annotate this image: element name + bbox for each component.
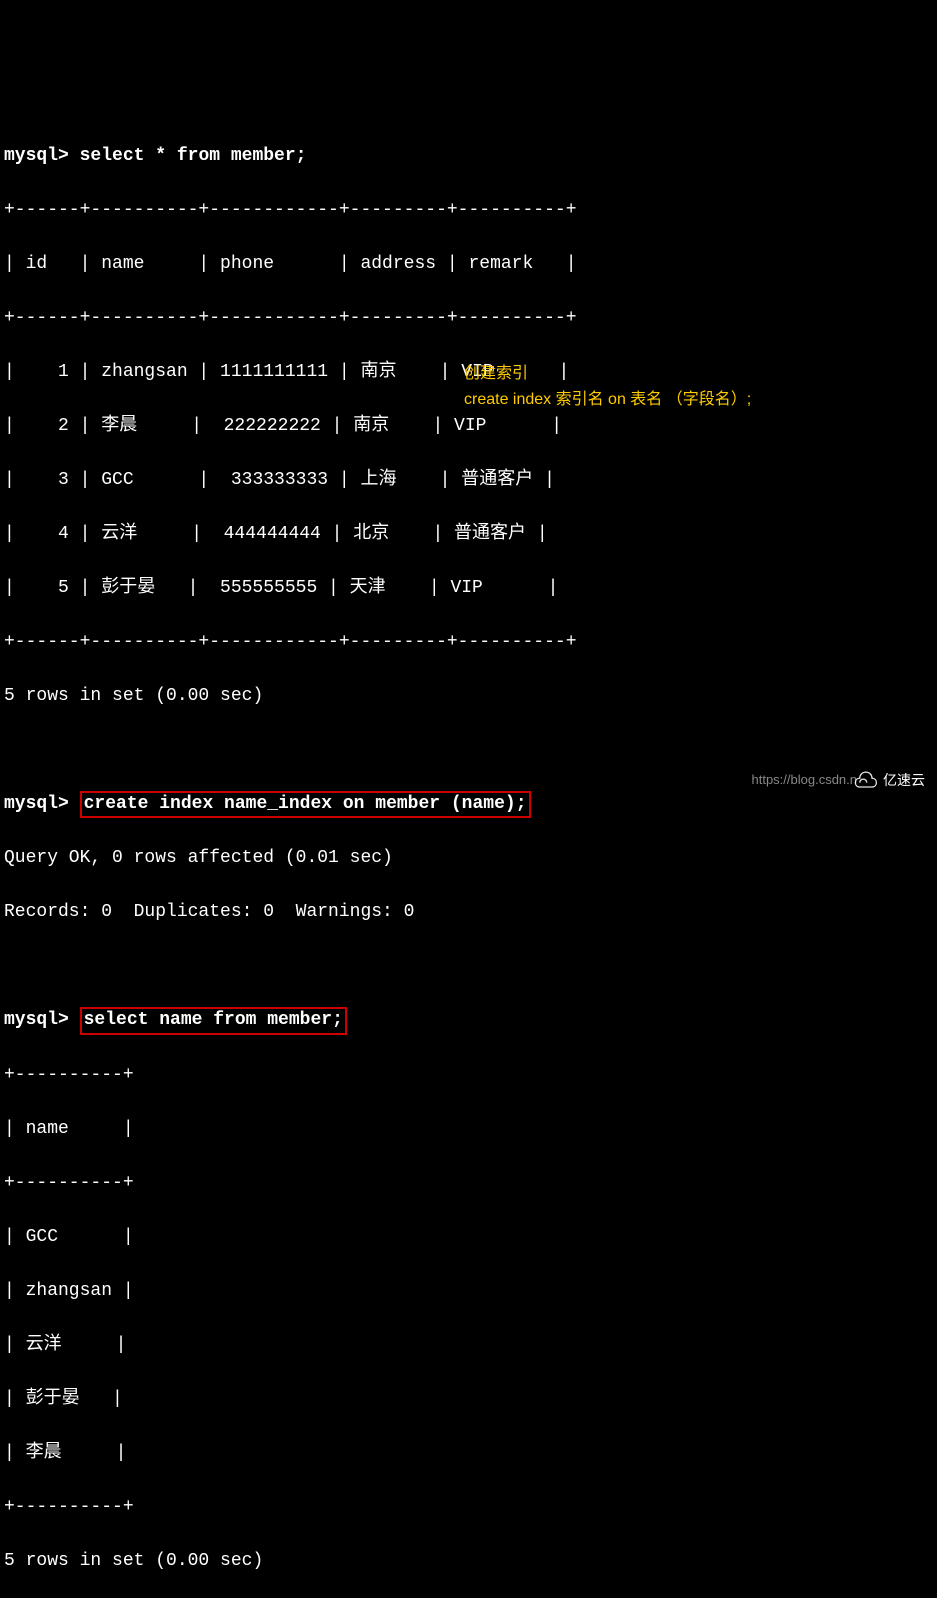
mysql-prompt: mysql> xyxy=(4,794,80,814)
logo-text: 亿速云 xyxy=(883,770,925,791)
sql-command-3: select name from member; xyxy=(80,1007,347,1034)
sql-command-2: create index name_index on member (name)… xyxy=(80,791,531,818)
table-row: | 云洋 | xyxy=(4,1332,933,1359)
table-border: +------+----------+------------+--------… xyxy=(4,305,933,332)
table-row: | 李晨 | xyxy=(4,1440,933,1467)
mysql-prompt: mysql> xyxy=(4,146,80,166)
table-border: +------+----------+------------+--------… xyxy=(4,629,933,656)
query-ok: Query OK, 0 rows affected (0.01 sec) xyxy=(4,845,933,872)
table-row: | 彭于晏 | xyxy=(4,1386,933,1413)
table-border: +------+----------+------------+--------… xyxy=(4,197,933,224)
table-border: +----------+ xyxy=(4,1494,933,1521)
cloud-icon xyxy=(851,769,879,791)
mysql-prompt: mysql> xyxy=(4,1010,80,1030)
table-header: | name | xyxy=(4,1116,933,1143)
table-border: +----------+ xyxy=(4,1170,933,1197)
annotation-text-2: create index 索引名 on 表名 （字段名）; xyxy=(464,388,751,412)
table-row: | 2 | 李晨 | 222222222 | 南京 | VIP | xyxy=(4,413,933,440)
table-header: | id | name | phone | address | remark | xyxy=(4,251,933,278)
sql-command-1: select * from member; xyxy=(80,146,307,166)
table-border: +----------+ xyxy=(4,1062,933,1089)
table-row: | 4 | 云洋 | 444444444 | 北京 | 普通客户 | xyxy=(4,521,933,548)
terminal-output: mysql> select * from member; +------+---… xyxy=(4,116,933,1598)
watermark-text: https://blog.csdn.n xyxy=(751,770,857,790)
table-row: | GCC | xyxy=(4,1224,933,1251)
table-row: | 5 | 彭于晏 | 555555555 | 天津 | VIP | xyxy=(4,575,933,602)
annotation-text-1: 创建索引 xyxy=(464,362,528,386)
table-row: | zhangsan | xyxy=(4,1278,933,1305)
table-row: | 3 | GCC | 333333333 | 上海 | 普通客户 | xyxy=(4,467,933,494)
logo: 亿速云 xyxy=(851,769,925,791)
rows-in-set: 5 rows in set (0.00 sec) xyxy=(4,1548,933,1575)
rows-in-set: 5 rows in set (0.00 sec) xyxy=(4,683,933,710)
query-details: Records: 0 Duplicates: 0 Warnings: 0 xyxy=(4,899,933,926)
